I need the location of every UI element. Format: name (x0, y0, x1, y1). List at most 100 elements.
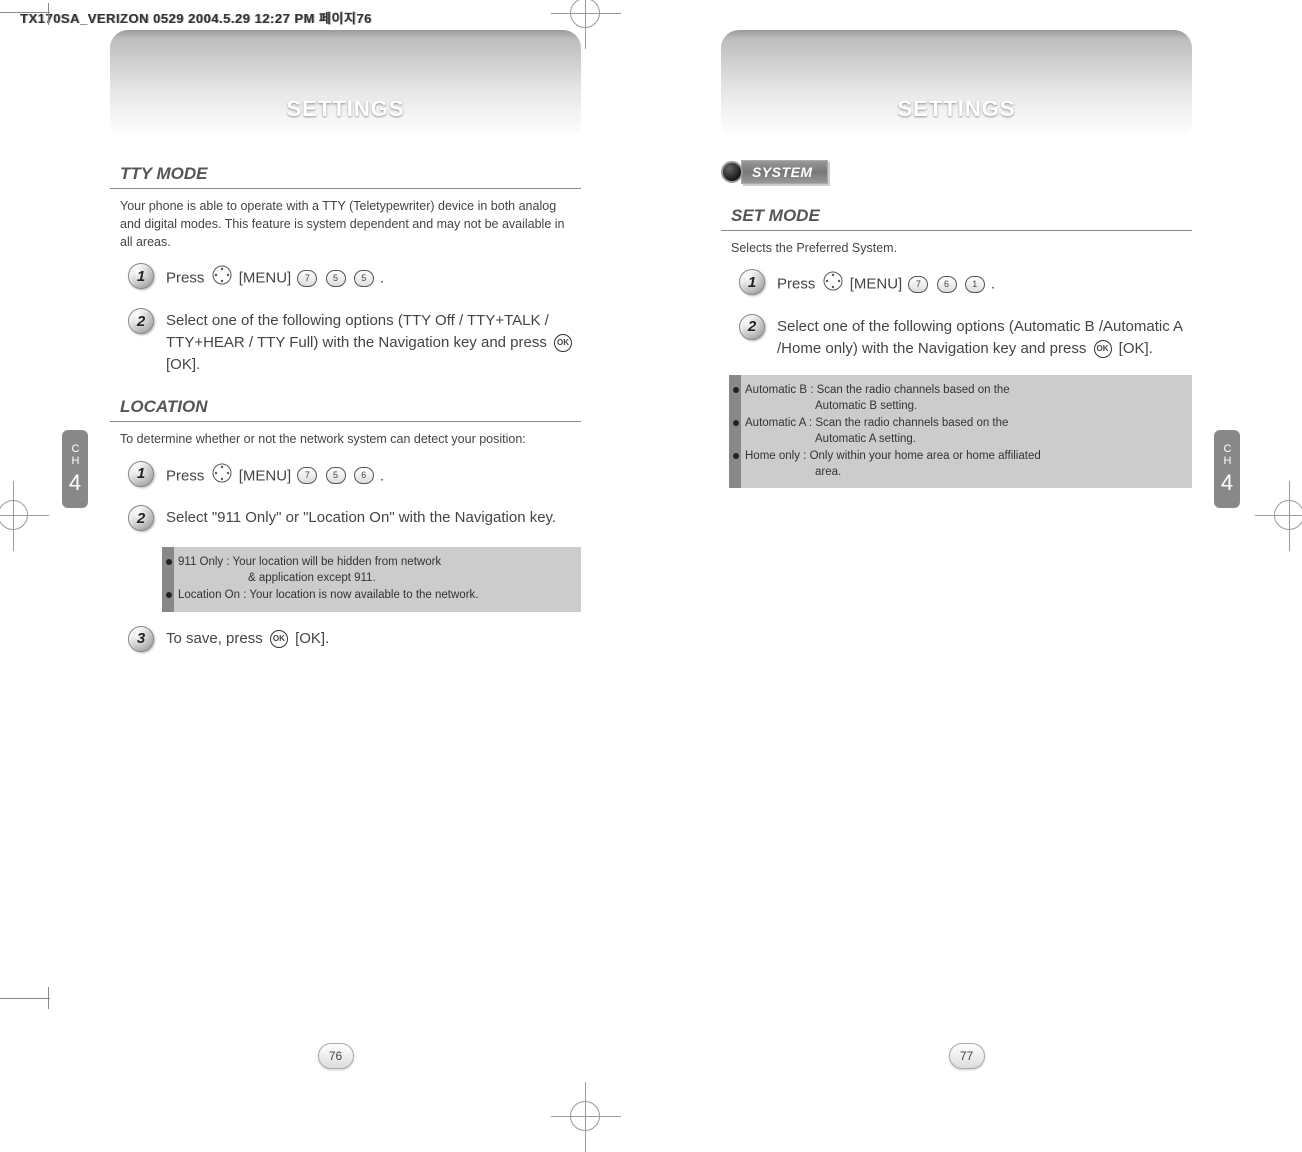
note-box: Automatic B : Scan the radio channels ba… (729, 375, 1192, 488)
ok-key-icon: OK (1094, 340, 1112, 358)
note-text: Automatic B : Scan the radio channels ba… (745, 383, 1182, 414)
bullet-icon (733, 387, 739, 393)
note-body: Your location will be hidden from networ… (233, 556, 442, 568)
keycap-icon: 7 (297, 270, 317, 287)
nav-key-icon (212, 265, 232, 292)
bullet-icon (733, 453, 739, 459)
step-text-part: [MENU] (239, 467, 292, 484)
step-text-part: [MENU] (850, 275, 903, 292)
step-text-part: . (380, 467, 384, 484)
note-body: Scan the radio channels based on the (815, 417, 1008, 429)
system-dot-icon (721, 161, 743, 183)
section-intro: Selects the Preferred System. (721, 239, 1192, 257)
keycap-icon: 5 (326, 467, 346, 484)
page-right: SETTINGS SYSTEM SET MODE Selects the Pre… (691, 20, 1242, 1029)
keycap-icon: 7 (297, 467, 317, 484)
section-title-tty: TTY MODE (110, 158, 581, 189)
nav-key-icon (212, 463, 232, 490)
note-box: 911 Only : Your location will be hidden … (162, 547, 581, 612)
section-intro: Your phone is able to operate with a TTY… (110, 197, 581, 251)
step-number-icon: 1 (128, 263, 154, 289)
step-row: 3 To save, press OK [OK]. (128, 626, 581, 652)
page-banner: SETTINGS (721, 30, 1192, 140)
step-number-icon: 2 (739, 314, 765, 340)
step-text-part: [OK]. (166, 356, 200, 373)
note-label: Automatic B : (745, 384, 817, 396)
note-label: Location On : (178, 589, 249, 601)
bullet-icon (733, 420, 739, 426)
step-text: Select one of the following options (Aut… (777, 314, 1192, 360)
ok-key-icon: OK (554, 334, 572, 352)
step-number-icon: 1 (128, 461, 154, 487)
note-text: Automatic A : Scan the radio channels ba… (745, 416, 1182, 447)
note-text: Location On : Your location is now avail… (178, 588, 571, 604)
step-text-part: Press (166, 270, 204, 287)
step-text: Select one of the following options (TTY… (166, 308, 581, 375)
registration-mark-icon (570, 1101, 600, 1131)
step-text: To save, press OK [OK]. (166, 626, 329, 650)
step-number-icon: 2 (128, 308, 154, 334)
keycap-icon: 5 (354, 270, 374, 287)
note-sub: area. (745, 465, 1182, 481)
note-sub: Automatic B setting. (745, 399, 1182, 415)
page-number: 77 (949, 1043, 985, 1069)
keycap-icon: 5 (326, 270, 346, 287)
keycap-icon: 6 (354, 467, 374, 484)
note-body: Scan the radio channels based on the (817, 384, 1010, 396)
bullet-icon (166, 592, 172, 598)
step-text-part: . (991, 275, 995, 292)
step-row: 2 Select one of the following options (T… (128, 308, 581, 375)
step-text-part: [MENU] (239, 270, 292, 287)
step-row: 1 Press [MENU] 7 5 5 . (128, 263, 581, 292)
nav-key-icon (823, 271, 843, 298)
section-intro: To determine whether or not the network … (110, 430, 581, 448)
registration-mark-icon (1274, 500, 1302, 530)
crop-mark-icon (0, 949, 50, 999)
note-line: Location On : Your location is now avail… (180, 588, 571, 604)
step-row: 1 Press [MENU] 7 5 6 . (128, 461, 581, 490)
system-label: SYSTEM (741, 160, 828, 184)
step-text-part: Press (166, 467, 204, 484)
note-sub: Automatic A setting. (745, 432, 1182, 448)
crop-mark-icon (0, 12, 50, 62)
keycap-icon: 6 (937, 276, 957, 293)
step-text: Press [MENU] 7 5 6 . (166, 461, 384, 490)
page-left: SETTINGS TTY MODE Your phone is able to … (60, 20, 611, 1029)
step-text: Press [MENU] 7 6 1 . (777, 269, 995, 298)
step-row: 2 Select one of the following options (A… (739, 314, 1192, 360)
note-line: Home only : Only within your home area o… (747, 449, 1182, 480)
step-number-icon: 1 (739, 269, 765, 295)
step-text-part: . (380, 270, 384, 287)
note-body: Only within your home area or home affil… (810, 450, 1041, 462)
bullet-icon (166, 559, 172, 565)
note-sub: & application except 911. (178, 571, 571, 587)
keycap-icon: 7 (908, 276, 928, 293)
section-title-location: LOCATION (110, 391, 581, 422)
registration-mark-icon (0, 500, 28, 530)
step-row: 1 Press [MENU] 7 6 1 . (739, 269, 1192, 298)
note-line: Automatic B : Scan the radio channels ba… (747, 383, 1182, 414)
note-line: 911 Only : Your location will be hidden … (180, 555, 571, 586)
note-line: Automatic A : Scan the radio channels ba… (747, 416, 1182, 447)
step-text: Select "911 Only" or "Location On" with … (166, 505, 556, 529)
step-text-part: [OK]. (295, 630, 329, 647)
note-text: Home only : Only within your home area o… (745, 449, 1182, 480)
step-text: Press [MENU] 7 5 5 . (166, 263, 384, 292)
step-number-icon: 2 (128, 505, 154, 531)
step-text-part: Press (777, 275, 815, 292)
page-number: 76 (318, 1043, 354, 1069)
section-title-setmode: SET MODE (721, 200, 1192, 231)
step-text-part: Select one of the following options (TTY… (166, 312, 549, 351)
step-text-part: [OK]. (1119, 340, 1153, 357)
step-row: 2 Select "911 Only" or "Location On" wit… (128, 505, 581, 531)
ok-key-icon: OK (270, 630, 288, 648)
page-banner: SETTINGS (110, 30, 581, 140)
step-number-icon: 3 (128, 626, 154, 652)
note-label: Automatic A : (745, 417, 815, 429)
step-text-part: To save, press (166, 630, 263, 647)
page-spread: SETTINGS TTY MODE Your phone is able to … (60, 20, 1242, 1029)
note-body: Your location is now available to the ne… (249, 589, 478, 601)
note-label: 911 Only : (178, 556, 233, 568)
system-badge: SYSTEM (721, 160, 828, 184)
keycap-icon: 1 (965, 276, 985, 293)
